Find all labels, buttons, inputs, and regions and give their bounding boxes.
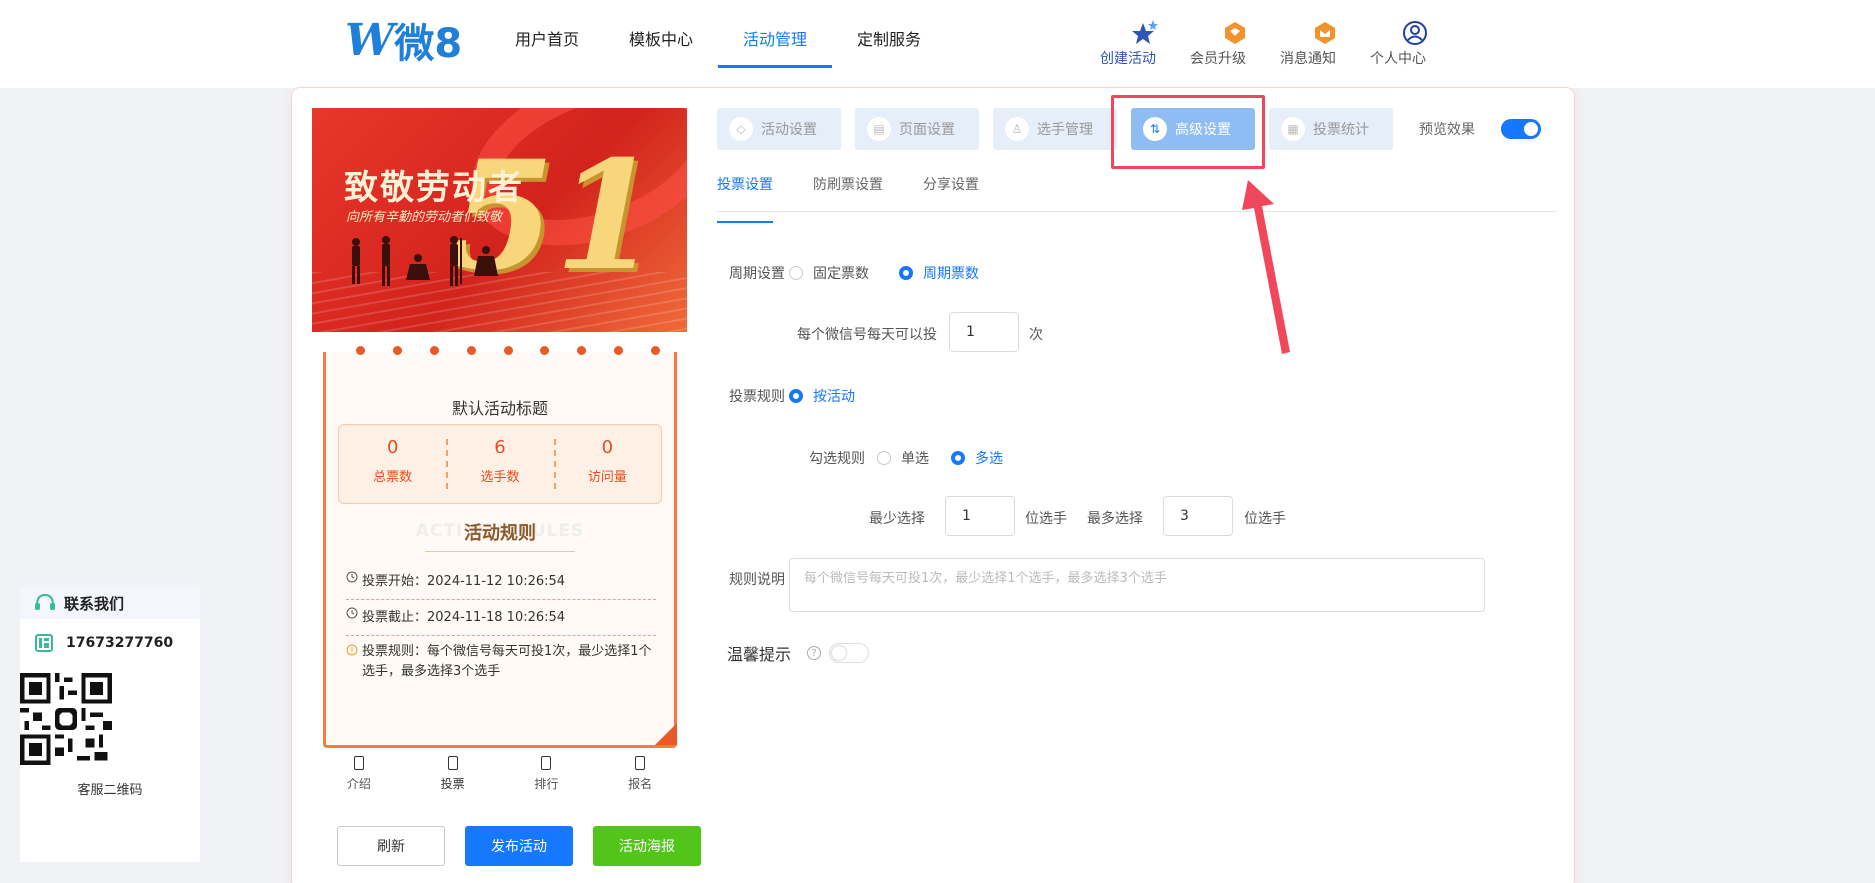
- step-activity-settings[interactable]: ◇ 活动设置: [717, 108, 841, 150]
- subtab-vote-settings[interactable]: 投票设置: [717, 170, 773, 223]
- activity-info-card: 默认活动标题 0 总票数 6 选手数 0 访问量 ACTIVITY RULES …: [323, 346, 677, 748]
- chart-icon: ▦: [1281, 117, 1305, 141]
- daily-votes-input[interactable]: [949, 312, 1019, 352]
- ranking-icon: [541, 756, 552, 770]
- personal-center-button[interactable]: 个人中心: [1370, 18, 1460, 67]
- stat-visits: 0 访问量: [553, 425, 661, 503]
- rule-description-textarea[interactable]: [789, 558, 1485, 612]
- logo[interactable]: W 微8: [345, 14, 462, 68]
- cycle-label: 周期设置: [729, 266, 785, 282]
- bell-icon: [1280, 18, 1370, 48]
- warm-tip-switch[interactable]: [829, 643, 870, 663]
- workers-silhouette: [352, 236, 498, 286]
- warning-icon: [346, 643, 362, 682]
- clock-icon: [346, 607, 362, 625]
- shield-icon: ◇: [729, 117, 753, 141]
- nav-user-home[interactable]: 用户首页: [490, 0, 604, 88]
- warm-tip-row: 温馨提示 ?: [727, 641, 870, 665]
- qr-code: [20, 673, 112, 765]
- user-icon: [1370, 18, 1460, 48]
- vote-rule-label: 投票规则: [729, 389, 785, 405]
- banner-subtitle: 向所有辛勤的劳动者们致敬: [346, 210, 503, 225]
- step-contestant-management[interactable]: ♙ 选手管理: [993, 108, 1117, 150]
- phone-icon: [35, 634, 53, 652]
- max-select-input[interactable]: [1163, 496, 1233, 536]
- settings-panel: ◇ 活动设置 ▤ 页面设置 ♙ 选手管理 ⇅ 高级设置 ▦ 投票统计 预览效果 投票设置 …: [717, 108, 1557, 808]
- help-icon[interactable]: ?: [807, 646, 822, 660]
- preview-tabbar: 介绍 投票 排行 报名: [312, 748, 687, 798]
- contact-phone[interactable]: 17673277760: [20, 619, 200, 667]
- radio-periodic-votes[interactable]: 周期票数: [899, 263, 979, 283]
- top-navbar: W 微8 用户首页 模板中心 活动管理 定制服务 创建活动 会员升级 消息通知: [0, 0, 1875, 88]
- radio-fixed-votes[interactable]: 固定票数: [789, 263, 869, 283]
- preview-actions: 刷新 发布活动 活动海报: [337, 826, 701, 866]
- check-rule-label: 勾选规则: [809, 451, 865, 467]
- tab-intro[interactable]: 介绍: [312, 748, 406, 798]
- activity-title: 默认活动标题: [451, 399, 548, 418]
- page-icon: ▤: [867, 117, 891, 141]
- qr-label: 客服二维码: [77, 783, 143, 798]
- phone-preview: 51 致敬劳动者 向所有辛勤的劳动者们致敬 默认活动标题 0 总票数 6 选手数…: [312, 108, 701, 866]
- warm-tip-label: 温馨提示: [727, 645, 792, 664]
- activity-poster-button[interactable]: 活动海报: [593, 826, 701, 866]
- publish-activity-button[interactable]: 发布活动: [465, 826, 573, 866]
- vote-start-row: 投票开始：2024-11-12 10:26:54: [346, 570, 656, 600]
- tab-signup[interactable]: 报名: [593, 748, 687, 798]
- clock-icon: [346, 571, 362, 589]
- vote-rule-row: 投票规则：每个微信号每天可投1次，最少选择1个选手，最多选择3个选手: [346, 642, 656, 682]
- create-activity-button[interactable]: 创建活动: [1100, 18, 1190, 67]
- stars-icon: [1100, 18, 1190, 48]
- notifications-button[interactable]: 消息通知: [1280, 18, 1370, 67]
- preview-toggle: 预览效果: [1419, 119, 1541, 139]
- header-tools: 创建活动 会员升级 消息通知 个人中心: [1100, 18, 1460, 67]
- rules-heading: ACTIVITY RULES 活动规则: [326, 519, 674, 552]
- vote-icon: [447, 756, 458, 770]
- rule-description-label: 规则说明: [729, 572, 785, 588]
- activity-banner: 51 致敬劳动者 向所有辛勤的劳动者们致敬: [312, 108, 687, 332]
- main-nav: 用户首页 模板中心 活动管理 定制服务: [490, 0, 946, 88]
- diamond-icon: [1190, 18, 1280, 48]
- contact-header: 联系我们: [20, 587, 200, 619]
- preview-switch[interactable]: [1501, 119, 1541, 139]
- stat-contestants: 6 选手数: [446, 425, 553, 503]
- nav-activity-management[interactable]: 活动管理: [718, 0, 833, 88]
- contact-widget: 联系我们 17673277760 客服二维码: [20, 587, 200, 862]
- max-select-unit: 位选手: [1244, 511, 1286, 527]
- banner-title: 致敬劳动者: [344, 168, 524, 208]
- daily-votes-label: 每个微信号每天可以投: [797, 327, 937, 343]
- nav-custom-service[interactable]: 定制服务: [832, 0, 946, 88]
- stat-total-votes: 0 总票数: [373, 437, 413, 485]
- radio-multi-select[interactable]: 多选: [951, 448, 1003, 468]
- person-icon: ♙: [1005, 117, 1029, 141]
- tab-vote[interactable]: 投票: [406, 748, 500, 798]
- subtab-anti-fraud[interactable]: 防刷票设置: [813, 170, 883, 211]
- nav-template-center[interactable]: 模板中心: [604, 0, 718, 88]
- headset-icon: [35, 593, 55, 610]
- highlight-box: [1111, 95, 1265, 169]
- radio-by-activity[interactable]: 按活动: [789, 386, 855, 406]
- main-card: 51 致敬劳动者 向所有辛勤的劳动者们致敬 默认活动标题 0 总票数 6 选手数…: [292, 88, 1574, 883]
- vote-end-row: 投票截止：2024-11-18 10:26:54: [346, 606, 656, 636]
- logo-mark: W: [345, 14, 394, 66]
- daily-votes-unit: 次: [1029, 327, 1043, 343]
- radio-single-select[interactable]: 单选: [877, 448, 929, 468]
- pointer-arrow: [1242, 180, 1290, 354]
- signup-icon: [635, 756, 646, 770]
- max-select-label: 最多选择: [1087, 511, 1143, 527]
- member-upgrade-button[interactable]: 会员升级: [1190, 18, 1280, 67]
- logo-text: 微8: [394, 21, 463, 67]
- min-select-unit: 位选手: [1025, 511, 1067, 527]
- subtab-share-settings[interactable]: 分享设置: [923, 170, 979, 211]
- step-page-settings[interactable]: ▤ 页面设置: [855, 108, 979, 150]
- refresh-button[interactable]: 刷新: [337, 826, 445, 866]
- settings-subtabs: 投票设置 防刷票设置 分享设置: [717, 170, 1557, 223]
- min-select-label: 最少选择: [869, 511, 925, 527]
- min-select-input[interactable]: [945, 496, 1015, 536]
- activity-stats: 0 总票数 6 选手数 0 访问量: [338, 424, 662, 504]
- tab-ranking[interactable]: 排行: [500, 748, 594, 798]
- step-vote-statistics[interactable]: ▦ 投票统计: [1269, 108, 1393, 150]
- intro-icon: [353, 756, 364, 770]
